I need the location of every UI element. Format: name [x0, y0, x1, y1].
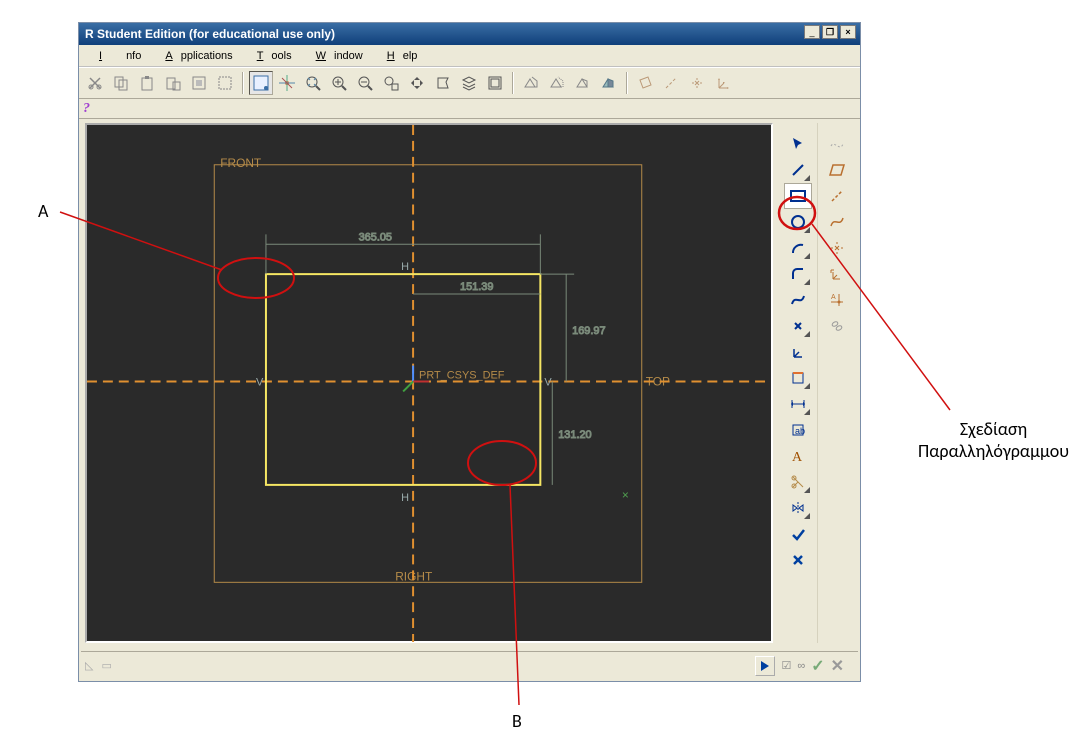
status-check-icon: ☑	[781, 659, 791, 672]
svg-text:A: A	[831, 294, 836, 301]
context-help-button[interactable]: ?	[83, 101, 90, 116]
rectangle-tool[interactable]	[784, 183, 812, 209]
repaint-button[interactable]	[483, 71, 507, 95]
csys-tool[interactable]	[784, 339, 812, 365]
plane-disp-button[interactable]	[633, 71, 657, 95]
dim-width: 365.05	[359, 231, 392, 243]
centerline-tool[interactable]	[823, 183, 851, 209]
point-disp-button[interactable]	[685, 71, 709, 95]
zoom-out-button[interactable]	[353, 71, 377, 95]
main-toolbar	[79, 67, 860, 99]
menu-tools[interactable]: Tools	[241, 48, 300, 64]
maximize-button[interactable]: ❐	[822, 25, 838, 39]
svg-text:A: A	[792, 450, 803, 464]
window-buttons: _ ❐ ×	[804, 25, 856, 39]
line-tool[interactable]	[784, 157, 812, 183]
label-A: A	[38, 200, 48, 222]
nohidden-button[interactable]	[571, 71, 595, 95]
constraint-tool[interactable]: A	[784, 443, 812, 469]
offset-tool[interactable]	[823, 209, 851, 235]
dimension-tool[interactable]	[784, 391, 812, 417]
project-tool[interactable]	[823, 261, 851, 287]
svg-text:×: ×	[622, 488, 629, 502]
csys-disp-button[interactable]	[711, 71, 735, 95]
point-tool[interactable]	[784, 313, 812, 339]
wire-button[interactable]	[519, 71, 543, 95]
close-button[interactable]: ×	[840, 25, 856, 39]
intersect-tool[interactable]: A	[823, 287, 851, 313]
paste-button[interactable]	[135, 71, 159, 95]
status-ok-icon[interactable]: ✓	[811, 656, 824, 676]
axis-disp-button[interactable]	[659, 71, 683, 95]
menu-applications[interactable]: Applications	[149, 48, 240, 64]
svg-text:V: V	[544, 376, 552, 388]
paste-spec-button[interactable]	[161, 71, 185, 95]
svg-text:H: H	[401, 492, 409, 504]
front-label: FRONT	[220, 156, 261, 170]
shade-button[interactable]	[597, 71, 621, 95]
dim-height: 169.97	[572, 325, 605, 337]
done-tool[interactable]	[784, 521, 812, 547]
arc-tool[interactable]	[784, 235, 812, 261]
refit-button[interactable]	[301, 71, 325, 95]
label-rect-tool: Σχεδίαση Παραλληλόγραμμου	[918, 418, 1069, 462]
modify-tool[interactable]: ab	[784, 417, 812, 443]
use-edge-tool[interactable]	[784, 365, 812, 391]
spin-center-button[interactable]	[275, 71, 299, 95]
svg-text:ab: ab	[795, 426, 805, 436]
dim-half-height: 131.20	[558, 429, 591, 441]
status-icon-2: ▭	[101, 659, 111, 672]
title-bar: R Student Edition (for educational use o…	[79, 23, 860, 45]
svg-text:V: V	[256, 376, 264, 388]
status-glasses-icon: ∞	[797, 660, 805, 672]
status-icon-1: ◺	[85, 659, 93, 672]
sketch-view-button[interactable]	[249, 71, 273, 95]
zoom-in-button[interactable]	[327, 71, 351, 95]
status-cancel-icon[interactable]: ✕	[831, 656, 844, 676]
saved-view-button[interactable]	[431, 71, 455, 95]
circle-tool[interactable]	[784, 209, 812, 235]
copy-button[interactable]	[109, 71, 133, 95]
minimize-button[interactable]: _	[804, 25, 820, 39]
orient-button[interactable]	[405, 71, 429, 95]
construction-toggle[interactable]	[823, 131, 851, 157]
tangent-tool[interactable]	[823, 235, 851, 261]
sketch-toolbar-primary: ab A	[779, 123, 817, 643]
zoom-area-button[interactable]	[379, 71, 403, 95]
trim-tool[interactable]	[784, 469, 812, 495]
csys-label: PRT_CSYS_DEF	[419, 370, 505, 382]
application-window: R Student Edition (for educational use o…	[78, 22, 861, 682]
menu-window[interactable]: Window	[300, 48, 371, 64]
parallelogram-tool[interactable]	[823, 157, 851, 183]
mirror-tool[interactable]	[784, 495, 812, 521]
hidden-button[interactable]	[545, 71, 569, 95]
select-area-button[interactable]	[213, 71, 237, 95]
layers-button[interactable]	[457, 71, 481, 95]
regen-button[interactable]	[187, 71, 211, 95]
sketch-toolbar-secondary: A	[817, 123, 855, 643]
sketch-toolbars: ab A A	[779, 123, 859, 643]
help-row: ?	[79, 99, 860, 119]
play-button[interactable]	[755, 656, 775, 676]
dim-half-width: 151.39	[460, 281, 493, 293]
menu-help[interactable]: Help	[371, 48, 426, 64]
svg-text:H: H	[401, 261, 409, 273]
fillet-tool[interactable]	[784, 261, 812, 287]
quit-tool[interactable]	[784, 547, 812, 573]
menu-bar: Info Applications Tools Window Help	[79, 45, 860, 67]
sketch-canvas: FRONT RIGHT TOP H H V V 365.05 151.39	[87, 125, 771, 642]
spline-tool[interactable]	[784, 287, 812, 313]
select-tool[interactable]	[784, 131, 812, 157]
status-bar: ◺ ▭ ☑ ∞ ✓ ✕	[81, 651, 858, 679]
chain-tool[interactable]	[823, 313, 851, 339]
graphics-area[interactable]: FRONT RIGHT TOP H H V V 365.05 151.39	[85, 123, 773, 643]
cut-button[interactable]	[83, 71, 107, 95]
label-B: B	[512, 710, 522, 732]
title-text: R Student Edition (for educational use o…	[85, 27, 335, 41]
menu-info[interactable]: Info	[83, 48, 149, 64]
